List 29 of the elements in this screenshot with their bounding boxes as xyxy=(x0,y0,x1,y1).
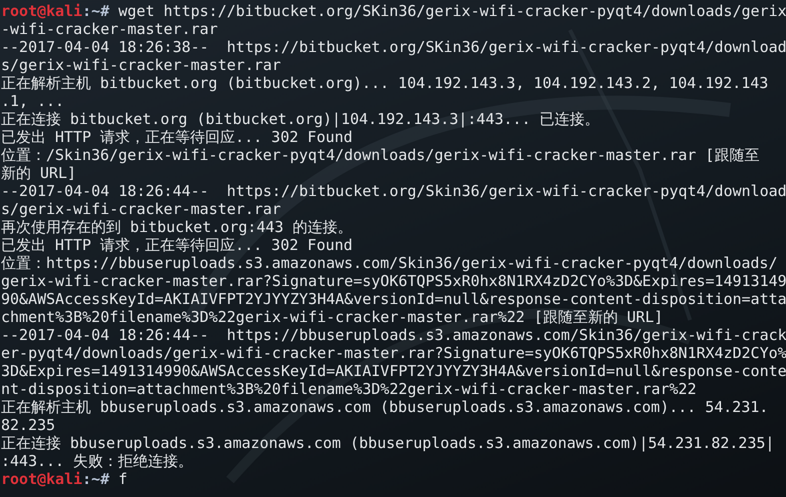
output-line: 正在连接 bbuseruploads.s3.amazonaws.com (bbuseruploads.s3.amazonaws.com)|54.231.82.235| xyxy=(1,434,774,452)
prompt-user: root@kali xyxy=(1,470,82,488)
output-line: gerix-wifi-cracker-master.rar?Signature=syOK6TQPS5xR0hx8N1RX4zD2CYo%3D&Expires=14913149 xyxy=(1,272,786,290)
output-line: s/gerix-wifi-cracker-master.rar xyxy=(1,56,281,74)
prompt-path: :~# xyxy=(82,470,110,488)
output-line: 正在解析主机 bitbucket.org (bitbucket.org)... 104.192.143.3, 104.192.143.2, 104.192.143 xyxy=(1,74,768,92)
command-text: wget https://bitbucket.org/SKin36/gerix-wifi-cracker-pyqt4/downloads/gerix xyxy=(117,2,786,20)
output-line: chment%3B%20filename%3D%22gerix-wifi-cracker-master.rar%22 [跟随至新的 URL] xyxy=(1,308,663,326)
output-line: 位置：https://bbuseruploads.s3.amazonaws.com/Skin36/gerix-wifi-cracker-pyqt4/downloads/ xyxy=(1,254,778,272)
output-line: 已发出 HTTP 请求，正在等待回应... 302 Found xyxy=(1,236,353,254)
output-line: 新的 URL] xyxy=(1,164,76,182)
output-line: --2017-04-04 18:26:38-- https://bitbucket.org/SKin36/gerix-wifi-cracker-pyqt4/download xyxy=(1,38,786,56)
output-line: s/gerix-wifi-cracker-master.rar xyxy=(1,200,281,218)
prompt-path: :~# xyxy=(82,2,110,20)
output-line: -wifi-cracker-master.rar xyxy=(1,20,218,38)
output-line: 90&AWSAccessKeyId=AKIAIVFPT2YJYYZY3H4A&versionId=null&response-content-disposition=atta xyxy=(1,290,786,308)
output-line: .1, ... xyxy=(1,92,64,110)
output-line: nt-disposition=attachment%3B%20filename%3D%22gerix-wifi-cracker-master.rar%22 xyxy=(1,380,696,398)
output-line: 位置：/Skin36/gerix-wifi-cracker-pyqt4/downloads/gerix-wifi-cracker-master.rar [跟随至 xyxy=(1,146,760,164)
prompt-user: root@kali xyxy=(1,2,82,20)
output-line: 82.235 xyxy=(1,416,56,434)
output-line: 正在连接 bitbucket.org (bitbucket.org)|104.192.143.3|:443... 已连接。 xyxy=(1,110,600,128)
output-line: 已发出 HTTP 请求，正在等待回应... 302 Found xyxy=(1,128,353,146)
output-line: 正在解析主机 bbuseruploads.s3.amazonaws.com (bbuseruploads.s3.amazonaws.com)... 54.231. xyxy=(1,398,768,416)
command-text: f xyxy=(117,470,128,488)
output-line: --2017-04-04 18:26:44-- https://bitbucket.org/Skin36/gerix-wifi-cracker-pyqt4/download xyxy=(1,182,786,200)
output-line: 再次使用存在的到 bitbucket.org:443 的连接。 xyxy=(1,218,353,236)
output-line: 3D&Expires=1491314990&AWSAccessKeyId=AKIAIVFPT2YJYYZY3H4A&versionId=null&response-conte xyxy=(1,362,786,380)
output-line: :443... 失败：拒绝连接。 xyxy=(1,452,194,470)
